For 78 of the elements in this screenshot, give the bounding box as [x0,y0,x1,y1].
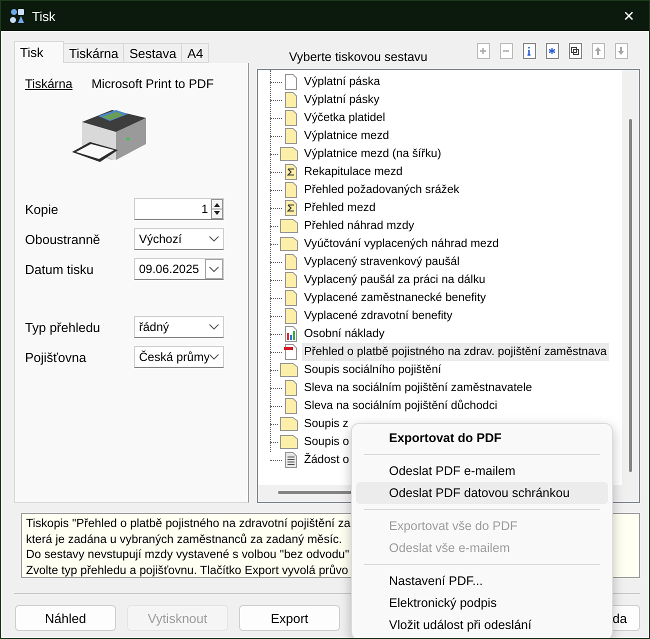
description-line: Tiskopis "Přehled o platbě pojistného na zdravotní pojištění za [26,516,350,532]
report-name[interactable]: Sleva na sociálním pojištění důchodci [302,397,500,415]
page-icon [284,92,298,108]
page-icon [284,110,298,126]
info-icon[interactable] [523,43,536,59]
report-name[interactable]: Vyplacený stravenkový paušál [302,253,462,271]
page-icon [284,290,298,306]
dialog-button[interactable]: Náhled [15,605,116,631]
page-icon [284,128,298,144]
date-field[interactable]: 09.06.2025 [134,258,224,280]
copy-icon[interactable] [569,43,582,59]
report-name[interactable]: Výplatnice mezd (na šířku) [302,145,444,163]
page-icon [284,74,298,90]
page-icon [280,237,298,251]
page-icon [280,363,298,377]
report-name[interactable]: Výčetka platidel [302,109,388,127]
menu-item[interactable]: Odeslat PDF e-mailem [356,460,608,482]
report-name[interactable]: Osobní náklady [302,325,387,343]
tab[interactable]: Tiskárna [63,43,124,63]
page-icon [284,182,298,198]
report-name[interactable]: Soupis z [302,415,350,433]
report-name[interactable]: Přehled náhrad mzdy [302,217,416,235]
asterisk-icon[interactable] [546,43,559,59]
description-line: která je zadána u vybraných zaměstnanců za zadaný měsíc. [26,532,342,547]
page-icon [280,417,298,431]
menu-item[interactable]: Odeslat PDF datovou schránkou [356,482,608,504]
text-document-icon [284,452,298,468]
dropdown-field[interactable]: Výchozí [134,228,224,250]
tab[interactable]: Sestava [123,43,182,63]
menu-item[interactable]: Nastavení PDF... [356,570,608,592]
report-name[interactable]: Soupis o [302,433,352,451]
report-name[interactable]: Vyplacené zaměstnanecké benefity [302,289,488,307]
tab[interactable]: Tisk [14,41,64,63]
report-name[interactable]: Přehled o platbě pojistného na zdrav. pojištění zaměstnava [302,343,609,361]
report-name[interactable]: Přehled mezd [302,199,378,217]
sigma-icon [284,200,298,216]
calendar-dropdown-icon[interactable] [205,259,223,279]
page-icon [284,398,298,414]
report-name[interactable]: Vyúčtování vyplacených náhrad mezd [302,235,501,253]
report-name[interactable]: Sleva na sociálním pojištění zaměstnavatele [302,379,534,397]
page-icon [280,219,298,233]
printer-name: Microsoft Print to PDF [91,77,214,91]
field-label: Typ přehledu [25,320,102,334]
printer-link[interactable]: Tiskárna [25,77,72,91]
report-name[interactable]: Vyplacené zdravotní benefity [302,307,454,325]
pdf-icon [284,344,298,360]
page-icon [280,435,298,449]
tab[interactable]: A4 [181,43,210,63]
page-icon [280,147,298,161]
chart-icon [284,326,298,342]
page-icon [284,380,298,396]
report-name[interactable]: Vyplacený paušál za práci na dálku [302,271,488,289]
spin-arrows-icon[interactable] [211,199,223,219]
report-name[interactable]: Výplatnice mezd [302,127,392,145]
description-line: Zvolte typ přehledu a pojišťovnu. Tlačítko Export vyvolá průvo [26,562,348,578]
sigma-icon [284,164,298,180]
menu-item[interactable]: Exportovat do PDF [356,427,608,449]
window-title: Tisk [32,8,56,24]
report-name[interactable]: Výplatní pásky [302,91,382,109]
field-label: Kopie [25,202,60,216]
report-name[interactable]: Výplatní páska [302,73,382,91]
report-name[interactable]: Přehled požadovaných srážek [302,181,462,199]
report-name[interactable]: Rekapitulace mezd [302,163,405,181]
app-icon [9,8,25,24]
close-button[interactable]: ✕ [609,1,649,31]
page-icon [284,308,298,324]
field-label: Oboustranně [25,232,102,246]
field-label: Datum tisku [25,262,95,276]
description-line: Do sestavy nevstupují mzdy vystavené s volbou "bez odvodu" [26,547,350,562]
report-name[interactable]: Soupis sociálního pojištění [302,361,444,379]
copies-spin-field[interactable]: 1 [134,198,224,220]
page-icon [284,254,298,270]
field-label: Pojišťovna [25,350,88,364]
dropdown-field[interactable]: řádný [134,316,224,338]
page-icon [284,272,298,288]
dialog-button[interactable]: Export [239,605,340,631]
report-list-heading: Vyberte tiskovou sestavu [289,50,428,64]
report-name[interactable]: Žádost o [302,451,352,469]
